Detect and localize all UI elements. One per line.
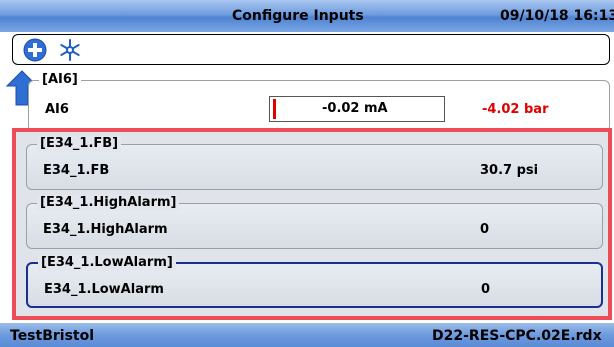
- input-value: 0: [481, 282, 491, 297]
- input-name: E34_1.FB: [43, 163, 110, 178]
- input-name: E34_1.LowAlarm: [44, 282, 164, 297]
- input-group-ai6[interactable]: [AI6] AI6 -0.02 mA -4.02 bar: [28, 72, 610, 132]
- date-time: 09/10/18 16:13: [500, 8, 614, 24]
- toolbar: [12, 34, 610, 65]
- raw-value-field: -0.02 mA: [269, 96, 445, 122]
- group-legend: [E34_1.LowAlarm]: [38, 255, 176, 271]
- selection-highlight: [E34_1.FB] E34_1.FB 30.7 psi [E34_1.High…: [12, 128, 612, 320]
- level-indicator: [273, 99, 276, 119]
- input-value: 30.7 psi: [480, 163, 539, 178]
- input-group-e34-fb[interactable]: [E34_1.FB] E34_1.FB 30.7 psi: [26, 136, 603, 190]
- asterisk-snowflake-icon[interactable]: [58, 38, 82, 62]
- status-bar: TestBristol D22-RES-CPC.02E.rdx: [0, 323, 614, 347]
- page-title: Configure Inputs: [232, 8, 364, 24]
- status-file-name: D22-RES-CPC.02E.rdx: [432, 328, 602, 344]
- group-legend: [E34_1.HighAlarm]: [37, 195, 180, 211]
- plus-circle-icon[interactable]: [23, 38, 47, 62]
- group-legend: [AI6]: [39, 72, 81, 88]
- input-name: E34_1.HighAlarm: [43, 222, 168, 237]
- raw-value: -0.02 mA: [322, 101, 388, 116]
- input-name: AI6: [45, 102, 69, 117]
- engineering-value: -4.02 bar: [482, 102, 549, 117]
- status-device-name: TestBristol: [10, 328, 95, 344]
- input-group-e34-highalarm[interactable]: [E34_1.HighAlarm] E34_1.HighAlarm 0: [26, 195, 603, 249]
- input-value: 0: [480, 222, 490, 237]
- input-group-e34-lowalarm[interactable]: [E34_1.LowAlarm] E34_1.LowAlarm 0: [26, 255, 603, 308]
- title-bar: Configure Inputs 09/10/18 16:13: [0, 0, 614, 32]
- group-legend: [E34_1.FB]: [37, 136, 122, 152]
